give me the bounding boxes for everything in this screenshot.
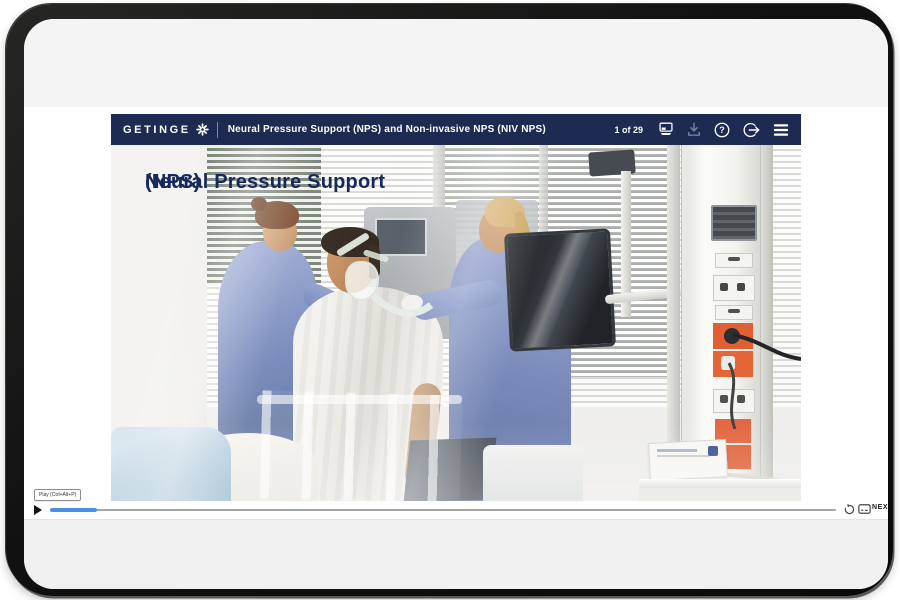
play-button[interactable] (34, 505, 42, 515)
socket-dot (737, 283, 745, 291)
column-rail (761, 145, 773, 501)
bed-rails-reflection (260, 390, 463, 501)
getinge-asterisk-icon (196, 123, 209, 136)
socket-hole (724, 328, 740, 344)
course-viewer: GETINGE Neural Pressure Support (NPS) an… (111, 114, 801, 501)
replay-icon[interactable] (844, 504, 855, 515)
tablet-frame: GETINGE Neural Pressure Support (NPS) an… (6, 4, 893, 596)
svg-text:?: ? (719, 125, 724, 135)
next-button[interactable]: NEXT › (872, 504, 888, 511)
bed-rail (257, 395, 462, 404)
plug (721, 356, 735, 370)
slide-title-line2: (NPS) (145, 169, 200, 195)
viewer-header: GETINGE Neural Pressure Support (NPS) an… (111, 114, 801, 145)
help-icon[interactable]: ? (714, 122, 730, 138)
page-footer-area (24, 519, 888, 589)
monitor-glare (507, 231, 613, 348)
shelf-edge (639, 488, 801, 501)
glove-box-label (657, 455, 709, 457)
socket-dot (720, 283, 728, 291)
slide-canvas: Neural Pressure Support (NPS) (111, 145, 801, 501)
presentation-screen-icon[interactable] (658, 122, 674, 137)
ventilator-screen (375, 218, 427, 256)
captions-icon[interactable] (858, 504, 871, 514)
screen: GETINGE Neural Pressure Support (NPS) an… (24, 19, 888, 589)
socket-slot (728, 257, 740, 261)
socket-slot (728, 309, 740, 313)
bed-footboard (483, 445, 583, 501)
socket-dot (737, 395, 745, 403)
next-label: NEXT (872, 504, 888, 511)
menu-icon[interactable] (773, 123, 789, 137)
glove-box-label (657, 449, 697, 452)
socket-dot (720, 395, 728, 403)
nurse-left-hair-bun (251, 197, 267, 211)
header-divider (217, 122, 218, 138)
column-vent-panel (711, 205, 757, 241)
play-tooltip: Play (Ctrl+Alt+P) (34, 489, 81, 501)
course-title: Neural Pressure Support (NPS) and Non-in… (228, 124, 615, 135)
exit-icon[interactable] (743, 122, 760, 138)
shelf (639, 479, 801, 488)
getinge-logo: GETINGE (123, 124, 191, 136)
bedside-monitor (504, 228, 616, 351)
download-icon[interactable] (687, 122, 701, 137)
page-indicator: 1 of 29 (614, 125, 643, 135)
browser-top-area (24, 19, 888, 107)
bed-headboard (111, 427, 231, 501)
seek-bar-progress (50, 508, 97, 512)
glove-box-size-badge (708, 446, 718, 456)
seek-bar[interactable] (50, 509, 836, 511)
